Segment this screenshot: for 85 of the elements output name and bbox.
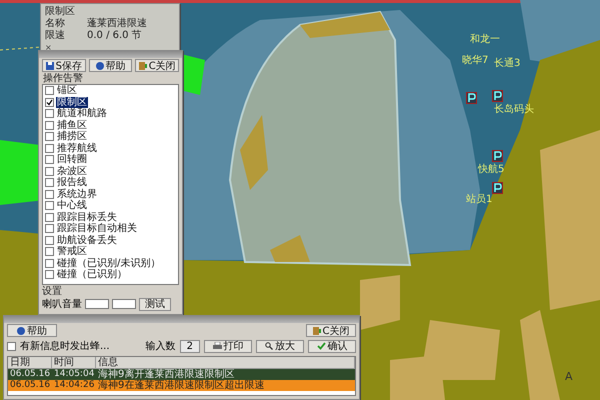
table-cell-text: 海神9离开蓬莱西港限速限制区 xyxy=(97,369,234,380)
alarm-item[interactable]: 报告线 xyxy=(56,177,88,188)
help-button[interactable]: 帮助 xyxy=(7,324,57,337)
magnifier-icon xyxy=(265,342,273,350)
checkbox[interactable] xyxy=(45,212,54,222)
zone-title: 限制区 xyxy=(45,6,76,18)
alarm-item[interactable]: 跟踪目标丢失 xyxy=(56,212,118,223)
alarm-item[interactable]: 锚区 xyxy=(56,85,78,96)
count-label: 输入数 xyxy=(146,340,176,353)
count-value: 2 xyxy=(180,340,200,352)
checkbox[interactable] xyxy=(45,224,54,234)
alarm-item[interactable]: 系统边界 xyxy=(56,188,98,200)
notify-label: 有新信息时发出蜂... xyxy=(20,340,110,353)
checkbox[interactable] xyxy=(45,247,54,256)
field-label: 限速 xyxy=(45,30,65,42)
checkbox[interactable] xyxy=(45,98,54,107)
column-header: 信息 xyxy=(96,357,355,369)
zoom-button[interactable]: 放大 xyxy=(256,340,304,352)
checkbox[interactable] xyxy=(45,270,54,280)
column-header: 日期 xyxy=(8,357,52,369)
alarm-item[interactable]: 捕鱼区 xyxy=(56,120,88,131)
vessel-label: 长通3 xyxy=(494,58,520,69)
checkbox[interactable] xyxy=(45,236,54,245)
alarm-item[interactable]: 回转圈 xyxy=(56,154,88,166)
p-marker-icon xyxy=(492,182,503,194)
checkbox[interactable] xyxy=(45,86,54,96)
close-button[interactable]: C关闭 xyxy=(306,324,356,337)
field-value: 蓬莱西港限速 xyxy=(87,18,147,30)
checkbox[interactable] xyxy=(45,109,54,118)
p-marker-icon xyxy=(492,150,503,162)
alarm-item[interactable]: 中心线 xyxy=(56,200,88,212)
settings-label: 设置 xyxy=(42,286,62,297)
checkmark-icon xyxy=(316,342,326,350)
help-button[interactable]: 帮助 xyxy=(88,59,132,72)
alarm-item[interactable]: 航道和航路 xyxy=(56,108,108,120)
checkbox[interactable] xyxy=(45,178,54,188)
field-label: 名称 xyxy=(45,18,65,30)
checkbox[interactable] xyxy=(45,258,54,268)
print-button[interactable]: 打印 xyxy=(204,340,252,352)
alarm-item[interactable]: 推荐航线 xyxy=(56,142,98,154)
alarm-item[interactable]: 跟踪目标自动相关 xyxy=(56,223,138,234)
volume-label: 喇叭音量 xyxy=(42,298,82,311)
field-value: 0.0 / 6.0 节 xyxy=(87,30,142,42)
checkbox[interactable] xyxy=(45,155,54,164)
door-icon xyxy=(312,326,320,334)
section-label: 操作告警 xyxy=(42,73,84,84)
message-row[interactable]: 06.05.16 14:04:26 海神9在蓬莱西港限速限制区超出限速 xyxy=(8,380,355,391)
alarm-item[interactable]: 碰撞（已识别） xyxy=(56,269,128,280)
table-cell-text: 06.05.16 xyxy=(9,369,52,380)
vessel-label: 和龙一 xyxy=(470,34,500,45)
vessel-label: 快航5 xyxy=(478,164,504,175)
help-icon xyxy=(17,326,25,334)
confirm-button[interactable]: 确认 xyxy=(308,340,356,352)
volume-field[interactable] xyxy=(112,299,136,309)
alarm-item[interactable]: 碰撞（已识别/未识别） xyxy=(56,258,162,269)
checkbox[interactable] xyxy=(45,166,54,176)
checkbox[interactable] xyxy=(45,144,54,153)
checkbox[interactable] xyxy=(7,342,16,350)
door-icon xyxy=(138,62,147,70)
checkbox[interactable] xyxy=(45,201,54,210)
table-cell-text: 海神9在蓬莱西港限速限制区超出限速 xyxy=(97,380,266,391)
alarm-item[interactable]: 警戒区 xyxy=(56,246,88,258)
chart-letter: A xyxy=(565,370,573,383)
test-button[interactable]: 测试 xyxy=(139,298,171,310)
volume-field[interactable] xyxy=(85,299,109,309)
close-button[interactable]: C关闭 xyxy=(135,59,180,72)
message-row[interactable]: 06.05.16 14:05:04 海神9离开蓬莱西港限速限制区 xyxy=(8,369,355,380)
printer-icon xyxy=(212,342,222,350)
checkbox[interactable] xyxy=(45,120,54,130)
alarm-item[interactable]: 捕捞区 xyxy=(56,131,88,142)
help-icon xyxy=(96,62,104,70)
alarm-item[interactable]: 助航设备丢失 xyxy=(56,234,118,246)
alarm-item[interactable]: 杂波区 xyxy=(56,166,88,177)
vessel-label: 晓华7 xyxy=(462,55,488,66)
p-marker-icon xyxy=(466,92,477,104)
table-cell-text: 14:05:04 xyxy=(53,369,96,380)
column-header: 时间 xyxy=(52,357,96,369)
table-cell-text: 06.05.16 xyxy=(9,380,52,391)
p-marker-icon xyxy=(492,90,503,102)
checkbox[interactable] xyxy=(45,132,54,142)
close-mark[interactable]: × xyxy=(45,43,52,52)
alarm-item[interactable]: 限制区 xyxy=(56,96,88,108)
table-cell-text: 14:04:26 xyxy=(53,380,96,391)
checkbox[interactable] xyxy=(45,190,54,199)
save-button[interactable]: S保存 xyxy=(42,59,86,72)
